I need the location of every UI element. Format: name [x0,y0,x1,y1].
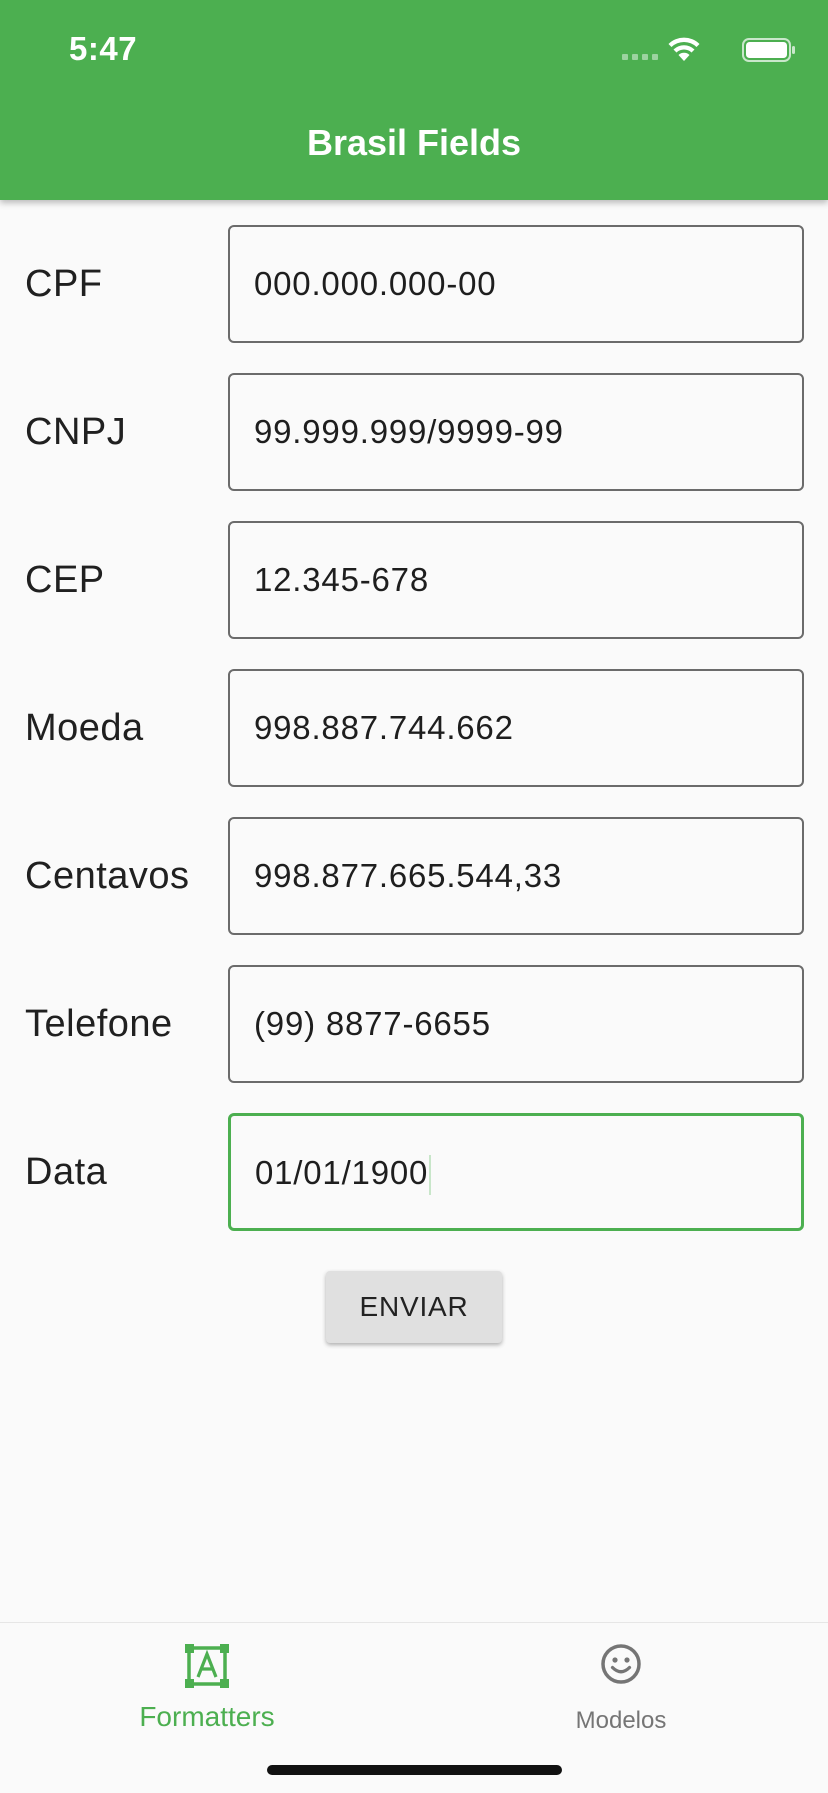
cnpj-value: 99.999.999/9999-99 [254,413,564,450]
nav-label-modelos: Modelos [575,1707,667,1734]
centavos-input[interactable]: 998.877.665.544,33 [228,817,804,935]
cnpj-row: CNPJ 99.999.999/9999-99 [0,373,828,491]
text-cursor [429,1155,432,1196]
battery-icon [742,38,795,62]
moeda-value: 998.887.744.662 [254,709,514,746]
cep-row: CEP 12.345-678 [0,521,828,639]
moeda-row: Moeda 998.887.744.662 [0,669,828,787]
data-value-wrap: 01/01/1900 [255,1116,432,1230]
text-format-icon [185,1644,229,1688]
moeda-input[interactable]: 998.887.744.662 [228,669,804,787]
cep-value: 12.345-678 [254,561,429,598]
telefone-label: Telefone [25,1003,173,1045]
cep-label: CEP [25,559,105,601]
nav-item-modelos[interactable]: Modelos [414,1623,828,1743]
data-row: Data 01/01/1900 [0,1113,828,1231]
moeda-label: Moeda [25,707,144,749]
page-title: Brasil Fields [306,122,522,163]
telefone-row: Telefone (99) 8877-6655 [0,965,828,1083]
nav-label-formatters: Formatters [139,1701,275,1732]
data-input[interactable]: 01/01/1900 [228,1113,804,1231]
centavos-label: Centavos [25,855,190,897]
centavos-value: 998.877.665.544,33 [254,857,563,894]
telefone-input[interactable]: (99) 8877-6655 [228,965,804,1083]
cpf-label: CPF [25,263,103,305]
wifi-icon [668,37,700,61]
data-label: Data [25,1151,108,1193]
cnpj-input[interactable]: 99.999.999/9999-99 [228,373,804,491]
cpf-row: CPF 000.000.000-00 [0,225,828,343]
app-bar: 5:47 Brasil Fields [0,0,828,200]
home-indicator [267,1765,562,1775]
telefone-value: (99) 8877-6655 [254,1005,491,1042]
status-time: 5:47 [69,30,138,67]
smiley-face-icon [601,1644,641,1684]
centavos-row: Centavos 998.877.665.544,33 [0,817,828,935]
nav-item-formatters[interactable]: Formatters [0,1623,414,1743]
data-value: 01/01/1900 [255,1154,429,1191]
cep-input[interactable]: 12.345-678 [228,521,804,639]
submit-button[interactable]: ENVIAR [326,1271,502,1343]
cnpj-label: CNPJ [25,411,127,453]
cpf-value: 000.000.000-00 [254,265,497,302]
cpf-input[interactable]: 000.000.000-00 [228,225,804,343]
cellular-signal-icon [622,54,658,60]
